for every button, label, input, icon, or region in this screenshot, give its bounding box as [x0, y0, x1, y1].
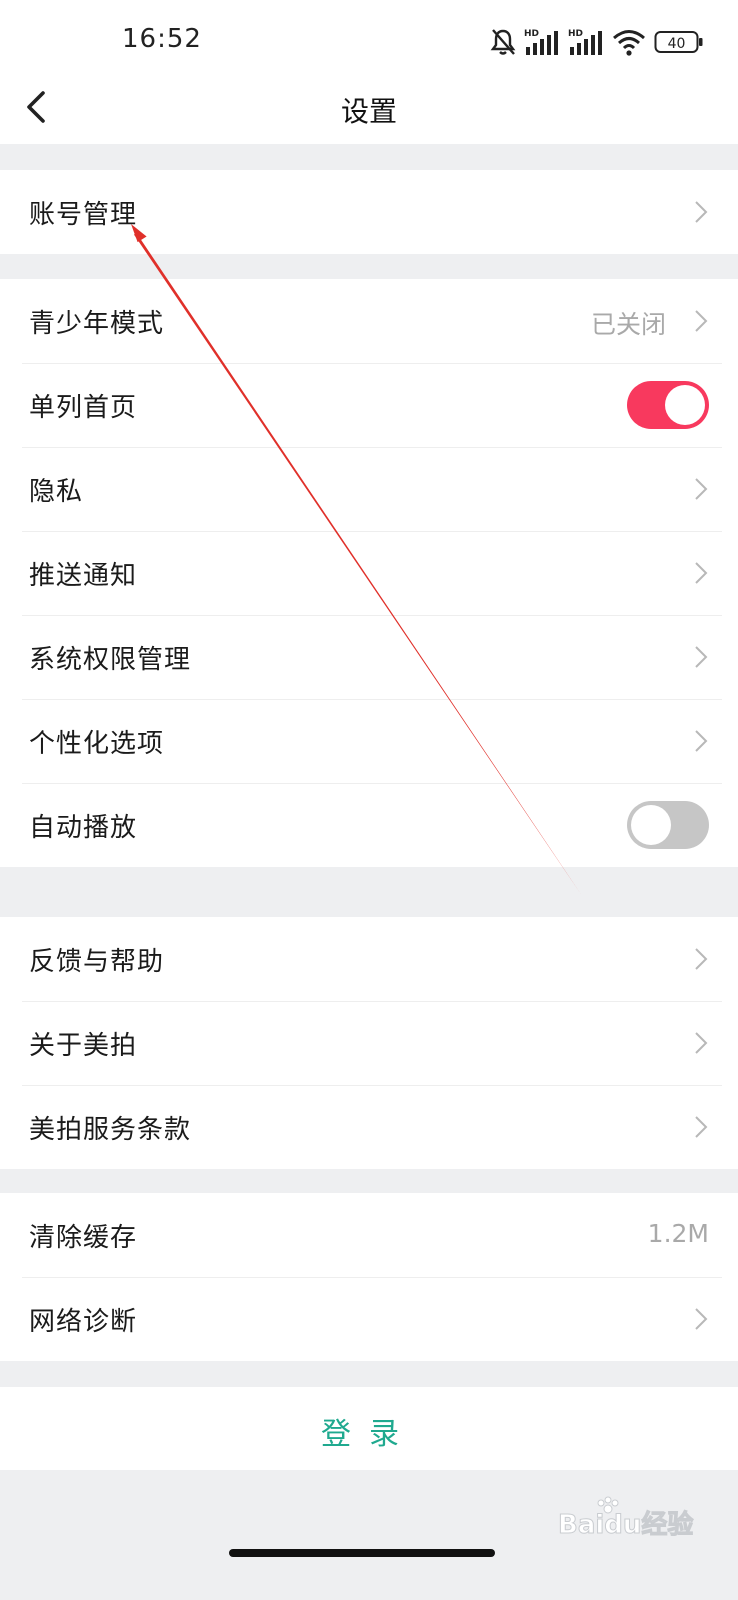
chevron-right-icon	[695, 1308, 708, 1330]
signal-1-hd-label: HD	[524, 29, 539, 39]
setting-row-clear-cache[interactable]: 清除缓存 1.2M	[0, 1193, 738, 1277]
setting-label: 青少年模式	[29, 309, 165, 339]
chevron-right-icon	[695, 646, 708, 668]
chevron-right-icon	[695, 310, 708, 332]
setting-row-teen-mode[interactable]: 青少年模式 已关闭	[0, 279, 738, 363]
settings-group-tools: 清除缓存 1.2M 网络诊断	[0, 1193, 738, 1361]
setting-label: 推送通知	[29, 561, 138, 591]
setting-label: 系统权限管理	[29, 645, 192, 675]
settings-group-about: 反馈与帮助 关于美拍 美拍服务条款	[0, 917, 738, 1169]
single-column-toggle[interactable]	[627, 381, 709, 429]
setting-row-about[interactable]: 关于美拍	[0, 1001, 738, 1085]
chevron-right-icon	[695, 1116, 708, 1138]
signal-2-icon: HD	[568, 29, 602, 55]
battery-icon: 40	[654, 31, 703, 53]
status-icons: HD HD 40	[490, 26, 704, 58]
page-title: 设置	[340, 95, 397, 128]
setting-label: 隐私	[29, 477, 84, 507]
chevron-right-icon	[695, 201, 708, 223]
setting-value: 已关闭	[590, 310, 666, 339]
chevron-right-icon	[695, 478, 708, 500]
chevron-right-icon	[695, 562, 708, 584]
setting-label: 美拍服务条款	[29, 1115, 192, 1145]
settings-group-general: 青少年模式 已关闭 单列首页 隐私 推送通知 系统权限管理 个性化选项 自动播放	[0, 279, 738, 867]
signal-1-icon: HD	[524, 29, 558, 55]
setting-label: 网络诊断	[29, 1307, 138, 1337]
mute-bell-icon	[490, 29, 516, 55]
chevron-right-icon	[695, 730, 708, 752]
setting-label: 关于美拍	[29, 1031, 138, 1061]
toggle-knob	[665, 385, 705, 425]
setting-label: 反馈与帮助	[29, 947, 165, 977]
setting-row-personalization[interactable]: 个性化选项	[0, 699, 738, 783]
setting-label: 单列首页	[29, 393, 138, 423]
setting-row-feedback-help[interactable]: 反馈与帮助	[0, 917, 738, 1001]
wifi-icon	[613, 30, 645, 56]
login-button[interactable]: 登录	[0, 1387, 738, 1470]
signal-2-hd-label: HD	[568, 29, 583, 39]
setting-row-account-management[interactable]: 账号管理	[0, 170, 738, 254]
home-indicator[interactable]	[229, 1549, 495, 1557]
login-label: 登录	[321, 1417, 417, 1452]
setting-row-terms[interactable]: 美拍服务条款	[0, 1085, 738, 1169]
toggle-knob	[631, 805, 671, 845]
chevron-right-icon	[695, 948, 708, 970]
setting-row-push-notifications[interactable]: 推送通知	[0, 531, 738, 615]
setting-label: 自动播放	[29, 813, 138, 843]
status-bar: 16:52 HD HD 40	[0, 0, 738, 80]
watermark-text: Baidu经验	[558, 1509, 693, 1540]
chevron-right-icon	[695, 1032, 708, 1054]
setting-row-privacy[interactable]: 隐私	[0, 447, 738, 531]
autoplay-toggle[interactable]	[627, 801, 709, 849]
settings-group-account: 账号管理	[0, 170, 738, 254]
setting-label: 个性化选项	[29, 729, 165, 759]
setting-label: 账号管理	[29, 200, 138, 230]
setting-row-autoplay: 自动播放	[0, 783, 738, 867]
status-time: 16:52	[122, 24, 202, 54]
setting-row-single-column-home: 单列首页	[0, 363, 738, 447]
setting-row-system-permissions[interactable]: 系统权限管理	[0, 615, 738, 699]
baidu-watermark: Baidu经验	[558, 1496, 694, 1541]
nav-bar: 设置	[0, 80, 738, 144]
cache-size-value: 1.2M	[647, 1219, 709, 1248]
battery-level: 40	[668, 36, 686, 52]
setting-row-network-diagnosis[interactable]: 网络诊断	[0, 1277, 738, 1361]
setting-label: 清除缓存	[29, 1223, 138, 1253]
